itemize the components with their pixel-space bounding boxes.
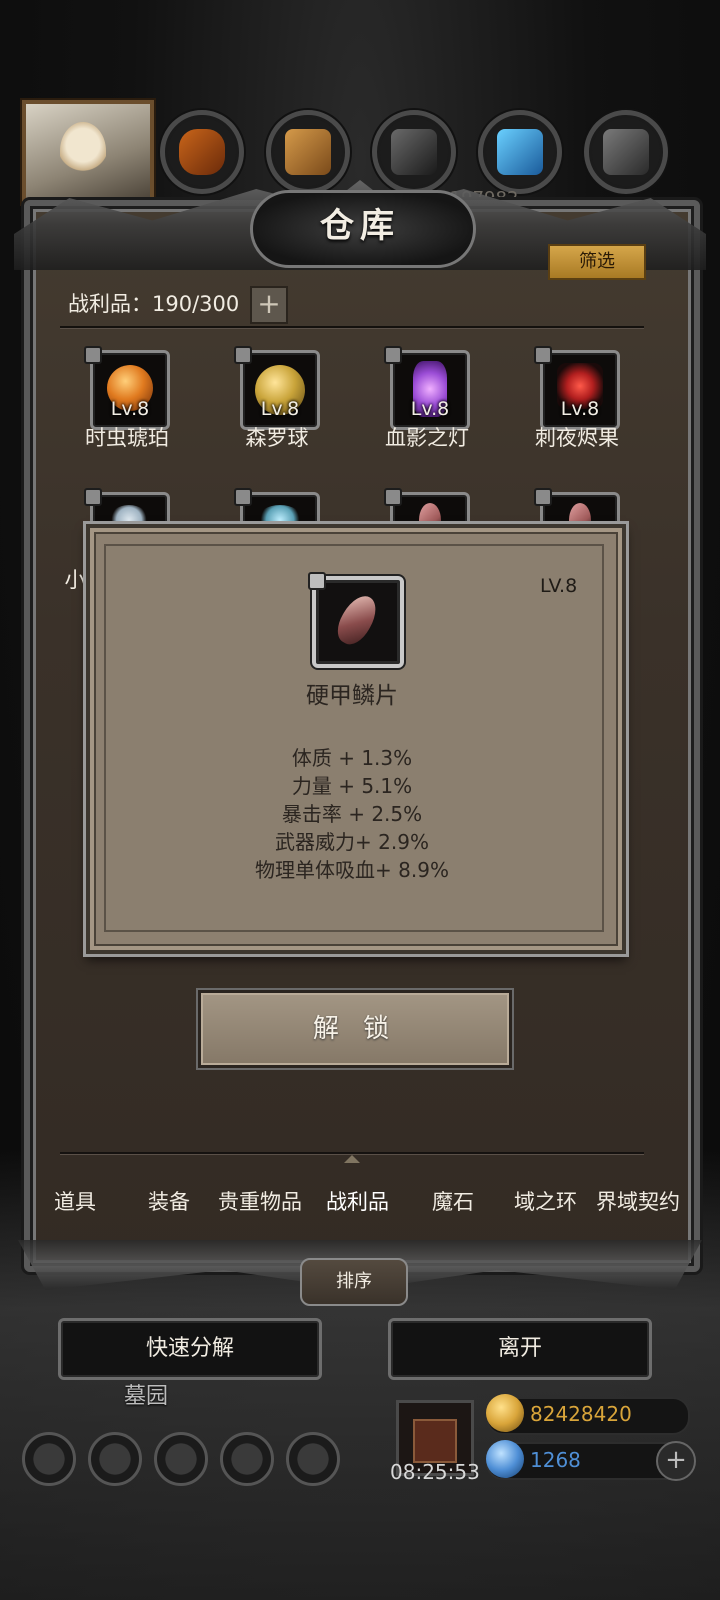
item-slot[interactable]: Lv.8 xyxy=(384,346,470,430)
resource-iron-icon[interactable] xyxy=(372,110,456,194)
gold-coin-icon xyxy=(486,1394,524,1432)
item-slot[interactable]: Lv.8 xyxy=(234,346,320,430)
loot-capacity-label: 战利品：190/300 xyxy=(68,292,240,316)
lock-icon xyxy=(84,346,102,364)
tab-equipment[interactable]: 装备 xyxy=(148,1186,190,1216)
lock-icon xyxy=(234,346,252,364)
item-level: Lv.8 xyxy=(560,398,600,420)
stat-line: 武器威力+ 2.9% xyxy=(275,830,429,854)
panel-title: 仓库 xyxy=(320,206,400,246)
quick-decompose-button[interactable]: 快速分解 xyxy=(58,1318,322,1380)
gold-amount: 82428420 xyxy=(530,1402,632,1426)
mail-icon[interactable] xyxy=(220,1432,274,1486)
filter-button[interactable]: 筛选 xyxy=(548,244,646,280)
quest-icon[interactable] xyxy=(154,1432,208,1486)
item-level: Lv.8 xyxy=(410,398,450,420)
gift-timer: 08:25:53 xyxy=(390,1460,480,1484)
item-name: 森罗球 xyxy=(245,426,309,450)
stat-line: 体质 + 1.3% xyxy=(291,746,413,770)
unlock-button[interactable]: 解 锁 xyxy=(198,990,512,1068)
gem-amount: 1268 xyxy=(530,1448,581,1472)
detail-item-name: 硬甲鳞片 xyxy=(306,683,398,709)
lock-icon xyxy=(308,572,326,590)
item-level: Lv.8 xyxy=(260,398,300,420)
lock-icon xyxy=(534,488,552,506)
divider xyxy=(60,326,644,328)
tab-divider xyxy=(60,1152,644,1154)
item-level: Lv.8 xyxy=(110,398,150,420)
stat-line: 暴击率 + 2.5% xyxy=(281,802,423,826)
settings-icon[interactable] xyxy=(22,1432,76,1486)
item-name: 血影之灯 xyxy=(385,426,469,450)
resource-stone-icon[interactable] xyxy=(584,110,668,194)
resource-crystal-icon[interactable] xyxy=(478,110,562,194)
lock-icon xyxy=(534,346,552,364)
tab-magic-stones[interactable]: 魔石 xyxy=(432,1186,474,1216)
resource-ore-icon[interactable] xyxy=(160,110,244,194)
emblem-icon[interactable] xyxy=(88,1432,142,1486)
lock-icon xyxy=(84,488,102,506)
add-gems-button[interactable]: + xyxy=(656,1441,696,1481)
tab-loot[interactable]: 战利品 xyxy=(326,1186,389,1216)
resource-wood-icon[interactable] xyxy=(266,110,350,194)
expand-capacity-button[interactable]: + xyxy=(250,286,288,324)
stat-line: 力量 + 5.1% xyxy=(291,774,413,798)
guild-icon[interactable] xyxy=(286,1432,340,1486)
tab-valuables[interactable]: 贵重物品 xyxy=(218,1186,302,1216)
location-label: 墓园 xyxy=(124,1384,169,1409)
detail-item-icon xyxy=(308,572,404,668)
sort-button[interactable]: 排序 xyxy=(300,1258,408,1306)
stat-line: 物理单体吸血+ 8.9% xyxy=(255,858,449,882)
tab-props[interactable]: 道具 xyxy=(54,1186,96,1216)
lock-icon xyxy=(234,488,252,506)
item-slot[interactable]: Lv.8 xyxy=(84,346,170,430)
item-name: 刺夜烬果 xyxy=(535,426,619,450)
item-slot[interactable]: Lv.8 xyxy=(534,346,620,430)
player-avatar[interactable] xyxy=(22,100,154,204)
gem-icon xyxy=(486,1440,524,1478)
lock-icon xyxy=(384,346,402,364)
leave-button[interactable]: 离开 xyxy=(388,1318,652,1380)
tab-realm-contracts[interactable]: 界域契约 xyxy=(596,1186,680,1216)
active-tab-indicator xyxy=(344,1155,360,1163)
item-name: 时虫琥珀 xyxy=(85,426,169,450)
tab-domain-rings[interactable]: 域之环 xyxy=(514,1186,577,1216)
lock-icon xyxy=(384,488,402,506)
detail-item-level: LV.8 xyxy=(540,575,578,597)
scale-icon xyxy=(331,589,383,651)
